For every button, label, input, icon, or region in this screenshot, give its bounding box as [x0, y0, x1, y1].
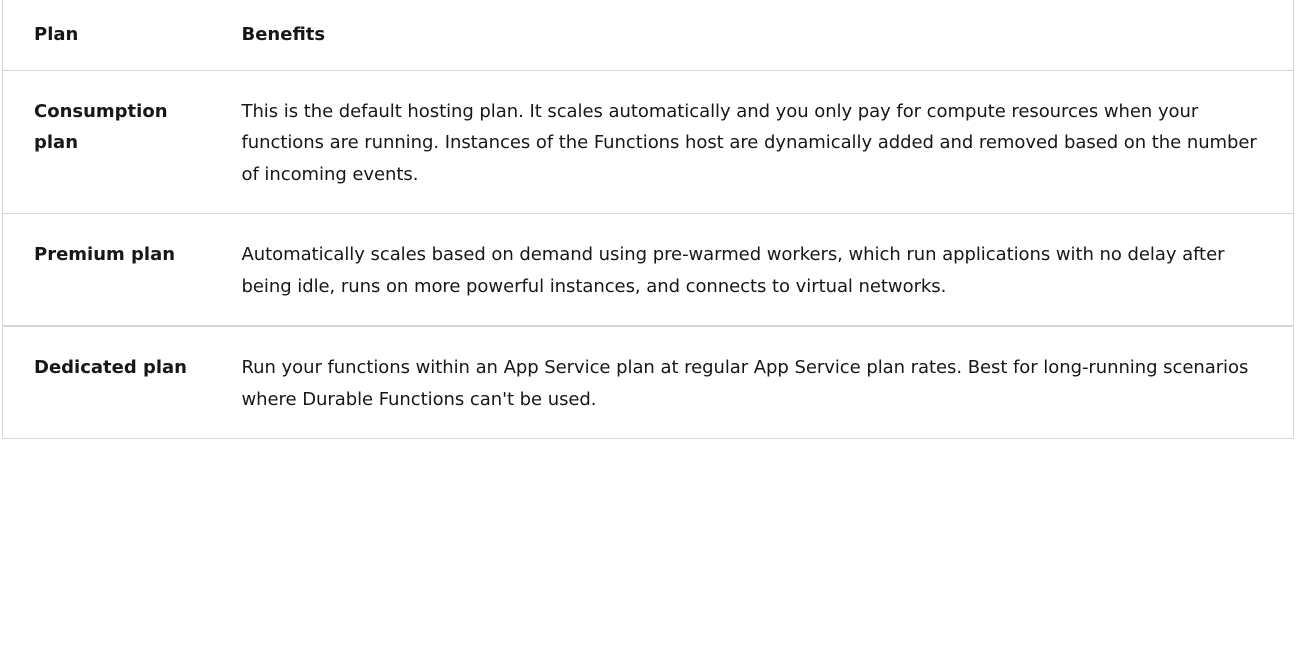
plan-name-dedicated: Dedicated plan [2, 325, 242, 439]
table-row: Dedicated plan Run your functions within… [2, 325, 1294, 439]
plan-benefits-premium: Automatically scales based on demand usi… [241, 213, 1294, 327]
hosting-plans-table: Plan Benefits Consumption plan This is t… [2, 0, 1294, 439]
table-row: Premium plan Automatically scales based … [2, 213, 1294, 327]
plan-benefits-consumption: This is the default hosting plan. It sca… [241, 70, 1294, 214]
plan-name-premium: Premium plan [2, 213, 242, 327]
header-plan: Plan [2, 0, 242, 71]
header-row: Plan Benefits [2, 0, 1294, 71]
table-body: Consumption plan This is the default hos… [2, 70, 1294, 439]
header-benefits: Benefits [241, 0, 1294, 71]
table-header: Plan Benefits [2, 0, 1294, 71]
plan-benefits-dedicated: Run your functions within an App Service… [241, 325, 1294, 439]
table-row: Consumption plan This is the default hos… [2, 70, 1294, 214]
plan-name-consumption: Consumption plan [2, 70, 242, 214]
